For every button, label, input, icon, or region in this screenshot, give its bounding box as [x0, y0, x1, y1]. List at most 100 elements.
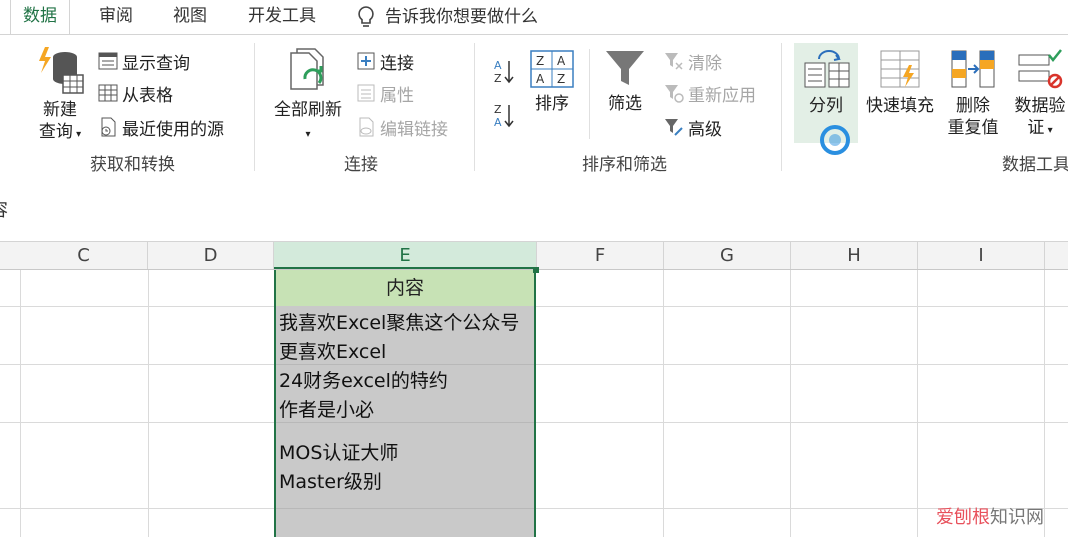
- text-to-columns-icon: [804, 50, 850, 88]
- properties-button[interactable]: 属性: [356, 79, 414, 107]
- column-headers: C D E F G H I: [0, 242, 1068, 270]
- row-separator: [276, 508, 534, 509]
- formula-bar-text: 容: [0, 196, 8, 222]
- clear-label: 清除: [688, 53, 722, 74]
- refresh-all-icon: [290, 48, 324, 90]
- gridline: [917, 270, 918, 537]
- cell-text-line: Master级别: [279, 471, 382, 493]
- connections-button[interactable]: 连接: [356, 47, 414, 75]
- flash-fill-icon: [880, 50, 920, 88]
- data-validation-button[interactable]: 数据验 证 ▾: [1008, 47, 1068, 142]
- watermark-suffix: 知识网: [990, 507, 1044, 528]
- new-query-button[interactable]: 新建 查询 ▾: [30, 45, 90, 146]
- group-label-connections: 连接: [344, 155, 378, 175]
- svg-text:Z: Z: [494, 72, 502, 85]
- remove-dup-label-1: 删除: [956, 96, 990, 116]
- svg-text:Z: Z: [494, 103, 502, 116]
- edit-links-label: 编辑链接: [380, 119, 448, 140]
- refresh-all-chevron-icon: ▾: [305, 129, 311, 140]
- properties-label: 属性: [380, 85, 414, 106]
- recent-sources-button[interactable]: 最近使用的源: [98, 113, 224, 141]
- remove-dup-label-2: 重复值: [947, 118, 999, 138]
- fill-handle[interactable]: [533, 267, 539, 273]
- cell-text-line: MOS认证大师: [279, 442, 399, 464]
- remove-duplicates-button[interactable]: 删除 重复值: [942, 47, 1004, 139]
- watermark: 爱刨根知识网: [936, 503, 1044, 529]
- column-header-c[interactable]: C: [20, 242, 148, 269]
- cell-text-line: 更喜欢Excel: [279, 341, 387, 363]
- text-to-columns-button[interactable]: 分列: [796, 47, 856, 117]
- clear-filter-icon: [665, 53, 683, 70]
- tell-me-label: 告诉我你想要做什么: [385, 7, 538, 27]
- edit-links-button[interactable]: 编辑链接: [356, 113, 448, 141]
- sort-ascending-icon[interactable]: A Z: [494, 57, 516, 87]
- tab-developer[interactable]: 开发工具: [248, 0, 316, 34]
- svg-text:Z: Z: [536, 54, 544, 68]
- column-header-f[interactable]: F: [537, 242, 664, 269]
- formula-bar[interactable]: 容: [0, 175, 1068, 242]
- show-queries-label: 显示查询: [122, 53, 190, 74]
- advanced-label: 高级: [688, 119, 722, 140]
- new-query-label-1: 新建: [43, 100, 77, 120]
- advanced-filter-button[interactable]: 高级: [664, 113, 722, 141]
- column-header-i[interactable]: I: [918, 242, 1045, 269]
- reapply-button[interactable]: 重新应用: [664, 79, 756, 107]
- row-separator: [276, 422, 534, 423]
- gridline: [663, 270, 664, 537]
- group-label-get-transform: 获取和转换: [90, 155, 175, 175]
- data-validation-label-2: 证: [1027, 118, 1045, 138]
- sort-button[interactable]: Z A A Z 排序: [526, 49, 578, 115]
- group-label-sort-filter: 排序和筛选: [582, 155, 667, 175]
- connections-icon: [357, 52, 375, 70]
- svg-text:A: A: [494, 116, 502, 129]
- filter-label: 筛选: [608, 94, 642, 114]
- column-header-d[interactable]: D: [148, 242, 274, 269]
- svg-text:A: A: [557, 54, 566, 68]
- new-query-label-2: 查询: [38, 122, 73, 142]
- worksheet-grid[interactable]: 内容 我喜欢Excel聚焦这个公众号 更喜欢Excel 24财务excel的特约…: [0, 267, 1068, 537]
- group-label-data-tools: 数据工具: [1002, 155, 1068, 175]
- recent-sources-icon: [101, 117, 116, 137]
- clear-filter-button[interactable]: 清除: [664, 47, 722, 75]
- svg-text:A: A: [536, 72, 545, 86]
- row-separator: [276, 364, 534, 365]
- column-header-g[interactable]: G: [664, 242, 791, 269]
- data-validation-label-1: 数据验: [1014, 96, 1066, 116]
- svg-text:A: A: [494, 59, 502, 72]
- connections-label: 连接: [380, 53, 414, 74]
- cell-text-line: 24财务excel的特约: [279, 370, 448, 392]
- column-header-h[interactable]: H: [791, 242, 918, 269]
- inner-separator: [589, 49, 590, 139]
- new-query-icon: [39, 47, 84, 94]
- tab-data[interactable]: 数据: [10, 0, 70, 34]
- edit-links-icon: [359, 117, 374, 137]
- from-table-button[interactable]: 从表格: [98, 79, 173, 107]
- tell-me-box[interactable]: 告诉我你想要做什么: [355, 0, 538, 34]
- flash-fill-button[interactable]: 快速填充: [862, 47, 938, 117]
- from-table-label: 从表格: [122, 85, 173, 106]
- group-separator: [474, 43, 475, 171]
- show-queries-button[interactable]: 显示查询: [98, 47, 190, 75]
- filter-button[interactable]: 筛选: [600, 49, 650, 115]
- gridline: [148, 270, 149, 537]
- flash-fill-label: 快速填充: [866, 96, 934, 116]
- sort-label: 排序: [535, 94, 569, 114]
- click-cursor-icon: [820, 125, 850, 155]
- sort-descending-icon[interactable]: Z A: [494, 101, 516, 131]
- lightbulb-icon: [358, 6, 374, 27]
- refresh-all-button[interactable]: 全部刷新 ▾: [268, 45, 348, 146]
- properties-icon: [357, 84, 375, 102]
- refresh-all-label: 全部刷新: [274, 100, 342, 120]
- header-cell[interactable]: 内容: [274, 270, 536, 306]
- gridline: [790, 270, 791, 537]
- reapply-icon: [665, 85, 684, 103]
- show-queries-icon: [98, 52, 118, 70]
- sort-icon: Z A A Z: [530, 50, 574, 88]
- recent-sources-label: 最近使用的源: [122, 119, 224, 140]
- column-header-e[interactable]: E: [274, 242, 537, 269]
- tab-review[interactable]: 审阅: [99, 0, 133, 34]
- cell-text-line: 作者是小必: [279, 399, 375, 421]
- group-separator: [254, 43, 255, 171]
- tab-view[interactable]: 视图: [173, 0, 207, 34]
- text-to-columns-label: 分列: [809, 96, 843, 116]
